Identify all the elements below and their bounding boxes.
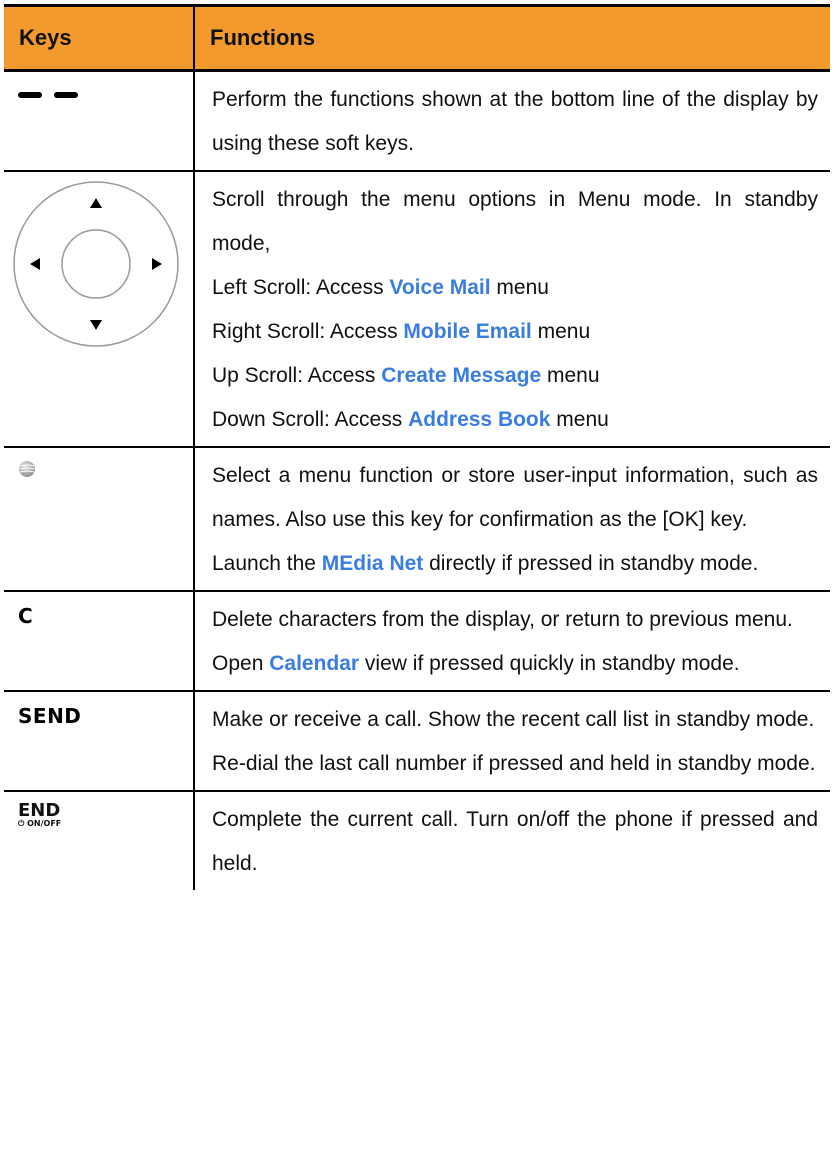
- function-text: menu: [490, 276, 549, 299]
- function-cell: Scroll through the menu options in Menu …: [194, 171, 830, 448]
- table-row: Select a menu function or store user-inp…: [4, 447, 830, 592]
- key-cell: SEND: [4, 691, 195, 792]
- function-text: view if pressed quickly in standby mode.: [359, 652, 740, 675]
- function-text: Left Scroll: Access: [212, 276, 390, 299]
- function-text: Make or receive a call. Show the recent …: [212, 708, 815, 731]
- function-cell: Select a menu function or store user-inp…: [194, 447, 830, 592]
- table-header-row: Keys Functions: [4, 4, 830, 72]
- end-key-sublabel: ⏻ ON/OFF: [18, 819, 62, 828]
- key-cell: [4, 447, 195, 592]
- function-line: Open Calendar view if pressed quickly in…: [212, 642, 818, 686]
- function-text: Re-dial the last call number if pressed …: [212, 752, 816, 775]
- ok-key-globe-icon: [19, 461, 35, 477]
- table-row: SEND Make or receive a call. Show the re…: [4, 691, 830, 792]
- function-text: Scroll through the menu options in Menu …: [212, 188, 818, 255]
- end-key-label: END: [18, 800, 61, 821]
- table-row: Scroll through the menu options in Menu …: [4, 171, 830, 448]
- function-text: Delete characters from the display, or r…: [212, 608, 793, 631]
- function-text: Launch the: [212, 552, 322, 575]
- function-line: Select a menu function or store user-inp…: [212, 454, 818, 542]
- function-text: Complete the current call. Turn on/off t…: [212, 808, 818, 875]
- function-line: Right Scroll: Access Mobile Email menu: [212, 310, 818, 354]
- function-cell: Make or receive a call. Show the recent …: [194, 691, 830, 792]
- function-text: Up Scroll: Access: [212, 364, 382, 387]
- function-line: Perform the functions shown at the botto…: [212, 78, 818, 166]
- function-line: Up Scroll: Access Create Message menu: [212, 354, 818, 398]
- function-line: Re-dial the last call number if pressed …: [212, 742, 818, 786]
- function-line: Left Scroll: Access Voice Mail menu: [212, 266, 818, 310]
- function-text: Select a menu function or store user-inp…: [212, 464, 818, 531]
- table-row: C Delete characters from the display, or…: [4, 591, 830, 692]
- function-line: Delete characters from the display, or r…: [212, 598, 818, 642]
- key-cell: END ⏻ ON/OFF: [4, 791, 195, 890]
- navigation-key-icon: [13, 181, 179, 347]
- function-text: directly if pressed in standby mode.: [423, 552, 759, 575]
- table-row: Perform the functions shown at the botto…: [4, 70, 830, 172]
- highlighted-menu-name: Calendar: [269, 652, 360, 675]
- key-cell: C: [4, 591, 195, 692]
- keys-column-header: Keys: [4, 4, 194, 72]
- function-text: Perform the functions shown at the botto…: [212, 88, 818, 155]
- key-cell: [4, 171, 195, 448]
- highlighted-menu-name: Create Message: [381, 364, 542, 387]
- highlighted-menu-name: MEdia Net: [321, 552, 424, 575]
- function-line: Launch the MEdia Net directly if pressed…: [212, 542, 818, 586]
- function-line: Complete the current call. Turn on/off t…: [212, 798, 818, 886]
- keys-functions-table: Keys Functions Perform the functions sho…: [4, 4, 830, 890]
- function-text: Open: [212, 652, 270, 675]
- function-text: menu: [541, 364, 600, 387]
- functions-column-header: Functions: [193, 4, 830, 72]
- function-line: Down Scroll: Access Address Book menu: [212, 398, 818, 442]
- end-key-icon: END ⏻ ON/OFF: [18, 802, 61, 828]
- send-key-icon: SEND: [18, 704, 82, 728]
- clear-key-icon: C: [18, 604, 34, 628]
- function-cell: Perform the functions shown at the botto…: [194, 70, 830, 172]
- function-text: menu: [550, 408, 609, 431]
- function-text: Down Scroll: Access: [212, 408, 409, 431]
- highlighted-menu-name: Voice Mail: [389, 276, 491, 299]
- highlighted-menu-name: Mobile Email: [403, 320, 532, 343]
- highlighted-menu-name: Address Book: [408, 408, 551, 431]
- function-cell: Complete the current call. Turn on/off t…: [194, 791, 830, 890]
- key-cell: [4, 70, 195, 172]
- function-text: Right Scroll: Access: [212, 320, 404, 343]
- function-line: Scroll through the menu options in Menu …: [212, 178, 818, 266]
- function-line: Make or receive a call. Show the recent …: [212, 698, 818, 742]
- function-cell: Delete characters from the display, or r…: [194, 591, 830, 692]
- function-text: menu: [531, 320, 591, 343]
- soft-keys-icon: [18, 92, 78, 98]
- table-row: END ⏻ ON/OFF Complete the current call. …: [4, 791, 830, 890]
